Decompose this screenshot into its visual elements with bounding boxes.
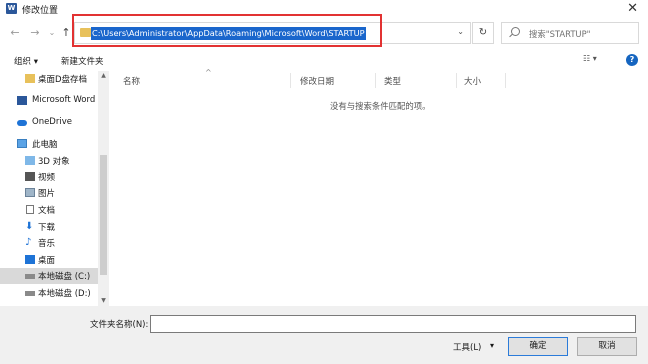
sidebar-item-local-disk-c[interactable]: 本地磁盘 (C:) [0,268,98,284]
cloud-icon [17,120,27,126]
folder-name-input[interactable] [150,315,636,333]
word-icon [17,96,27,105]
refresh-icon[interactable]: ↻ [472,22,494,44]
address-dropdown-icon[interactable]: ⌄ [457,27,464,36]
dialog-footer: 文件夹名称(N): 工具(L) ▾ 确定 取消 [0,306,648,364]
tools-dropdown-icon[interactable]: ▾ [490,341,494,350]
ok-button[interactable]: 确定 [508,337,568,356]
recent-locations-chevron-icon[interactable]: ⌄ [45,25,59,41]
music-icon: ♪ [25,237,32,248]
search-input[interactable]: 搜索"STARTUP" [501,22,639,44]
cube-icon [25,156,35,165]
sidebar-scroll-thumb[interactable] [100,155,107,275]
organize-button[interactable]: 组织 ▾ [14,55,38,67]
sidebar-item-microsoft-word[interactable]: Microsoft Word [0,93,98,109]
column-divider[interactable] [290,73,291,88]
sidebar-item-downloads[interactable]: ⬇ 下载 [0,219,98,235]
search-placeholder: 搜索"STARTUP" [529,29,591,39]
tools-button[interactable]: 工具(L) [453,341,481,353]
drive-icon [25,291,35,296]
picture-icon [25,188,35,197]
up-arrow-icon[interactable]: ↑ [59,25,73,41]
back-arrow-icon[interactable]: ← [8,25,22,41]
document-icon [26,205,34,214]
drive-icon [25,274,35,279]
column-divider[interactable] [505,73,506,88]
scroll-up-icon[interactable]: ▲ [98,71,109,81]
cancel-button[interactable]: 取消 [577,337,637,356]
computer-icon [17,139,27,148]
scroll-down-icon[interactable]: ▼ [98,296,109,306]
column-header-size[interactable]: 大小 [464,75,481,87]
column-header-date-modified[interactable]: 修改日期 [300,75,334,87]
view-options-icon[interactable]: ☷ ▾ [583,54,597,63]
folder-icon [25,74,35,83]
forward-arrow-icon[interactable]: → [28,25,42,41]
video-icon [25,172,35,181]
file-list: 名称 ^ 修改日期 类型 大小 没有与搜索条件匹配的项。 [110,68,648,306]
close-icon[interactable]: ✕ [627,0,638,18]
column-header-type[interactable]: 类型 [384,75,401,87]
sidebar-item-3d-objects[interactable]: 3D 对象 [0,153,98,169]
empty-results-message: 没有与搜索条件匹配的项。 [330,101,431,111]
navigation-pane: 桌面D盘存档 Microsoft Word OneDrive 此电脑 3D 对象… [0,71,109,306]
folder-name-label: 文件夹名称(N): [90,320,149,330]
new-folder-button[interactable]: 新建文件夹 [61,55,104,67]
word-app-icon: W [6,3,17,14]
desktop-icon [25,255,35,264]
sidebar-item-music[interactable]: ♪ 音乐 [0,235,98,251]
help-icon[interactable]: ? [626,54,638,66]
toolbar: 组织 ▾ 新建文件夹 ☷ ▾ ? [0,49,648,71]
download-icon: ⬇ [25,221,34,232]
address-highlight-box [72,14,382,47]
window-title: 修改位置 [22,6,59,16]
column-header-name[interactable]: 名称 [123,75,140,87]
sidebar-item-videos[interactable]: 视频 [0,169,98,185]
sidebar-item-local-disk-d[interactable]: 本地磁盘 (D:) [0,285,98,301]
sidebar-item-desktop[interactable]: 桌面 [0,252,98,268]
sidebar-item-this-pc[interactable]: 此电脑 [0,136,98,152]
sidebar-item-documents[interactable]: 文档 [0,202,98,218]
column-divider[interactable] [375,73,376,88]
sort-caret-icon: ^ [205,68,212,77]
column-divider[interactable] [456,73,457,88]
search-icon [511,27,520,36]
sidebar-item-desktop-d-archive[interactable]: 桌面D盘存档 [0,71,98,87]
sidebar-item-onedrive[interactable]: OneDrive [0,115,98,131]
sidebar-item-pictures[interactable]: 图片 [0,185,98,201]
